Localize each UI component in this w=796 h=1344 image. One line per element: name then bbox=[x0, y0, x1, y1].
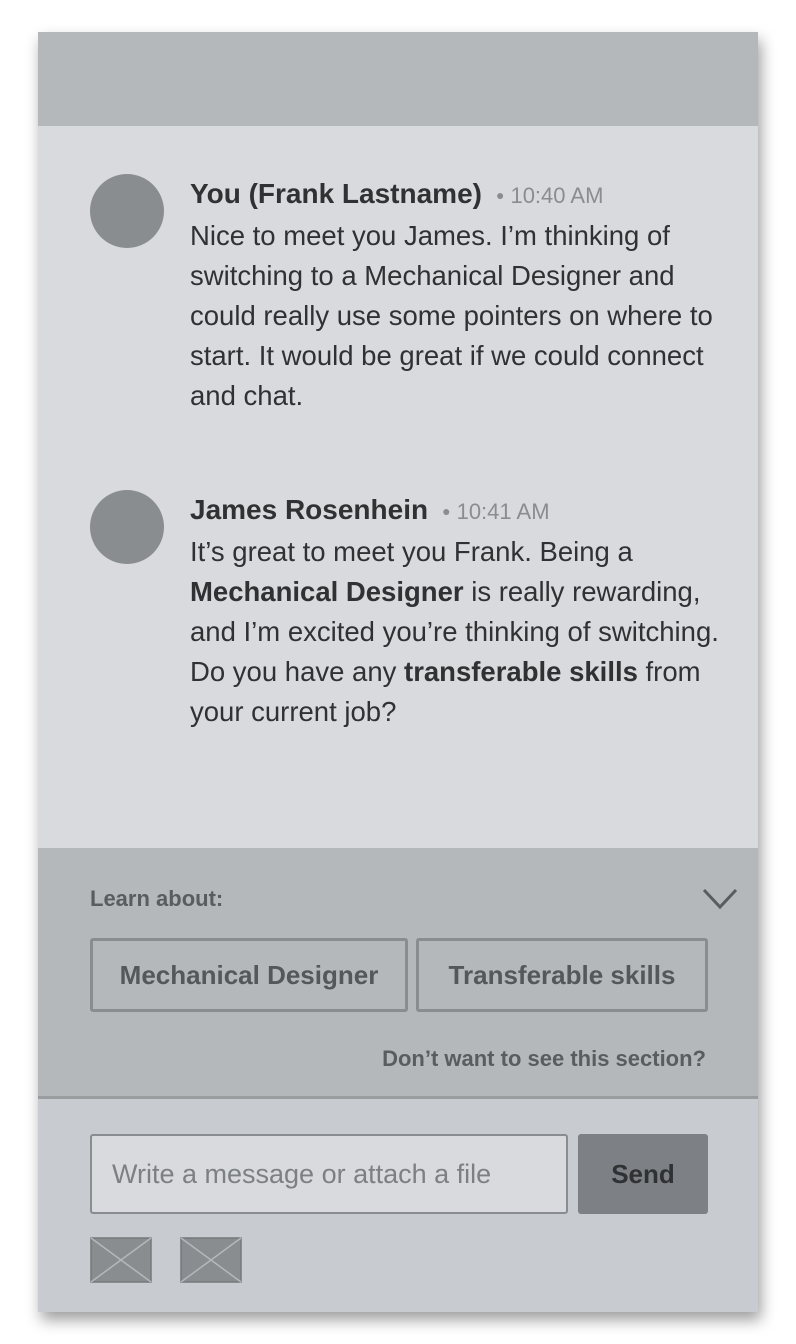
image-placeholder-icon[interactable] bbox=[180, 1237, 242, 1283]
image-placeholder-icon[interactable] bbox=[90, 1237, 152, 1283]
message-content: You (Frank Lastname) ● 10:40 AM Nice to me… bbox=[190, 174, 730, 416]
separator-dot: ● bbox=[495, 187, 505, 203]
compose-area: Send bbox=[38, 1099, 758, 1312]
message-text: It’s great to meet you Frank. Being a Me… bbox=[190, 532, 730, 732]
message-text-part: It’s great to meet you Frank. Being a bbox=[190, 536, 633, 567]
message-text: Nice to meet you James. I’m thinking of … bbox=[190, 220, 713, 411]
send-button[interactable]: Send bbox=[578, 1134, 708, 1214]
avatar[interactable] bbox=[90, 490, 164, 564]
hide-section-link[interactable]: Don’t want to see this section? bbox=[382, 1046, 706, 1072]
sender-name[interactable]: You (Frank Lastname) bbox=[190, 178, 482, 209]
learn-about-label: Learn about: bbox=[90, 886, 224, 911]
message-timestamp: 10:40 AM bbox=[510, 183, 604, 208]
message-header: James Rosenhein ● 10:41 AM bbox=[190, 490, 730, 530]
message-header: You (Frank Lastname) ● 10:40 AM bbox=[190, 174, 730, 214]
separator-dot: ● bbox=[442, 503, 451, 519]
highlighted-term: Mechanical Designer bbox=[190, 576, 464, 607]
highlighted-term: transferable skills bbox=[404, 656, 638, 687]
learn-chip-mechanical-designer[interactable]: Mechanical Designer bbox=[90, 938, 408, 1012]
message-timestamp: 10:41 AM bbox=[456, 499, 550, 524]
avatar[interactable] bbox=[90, 174, 164, 248]
message-content: James Rosenhein ● 10:41 AM It’s great to m… bbox=[190, 490, 730, 732]
learn-about-panel: Learn about: Mechanical Designer Transfe… bbox=[38, 848, 758, 1098]
sender-name[interactable]: James Rosenhein bbox=[190, 494, 428, 525]
learn-chip-transferable-skills[interactable]: Transferable skills bbox=[416, 938, 708, 1012]
chevron-down-icon[interactable] bbox=[701, 886, 739, 912]
message-input[interactable] bbox=[90, 1134, 568, 1214]
chat-window: You (Frank Lastname) ● 10:40 AM Nice to me… bbox=[38, 32, 758, 1312]
top-bar bbox=[38, 32, 758, 126]
